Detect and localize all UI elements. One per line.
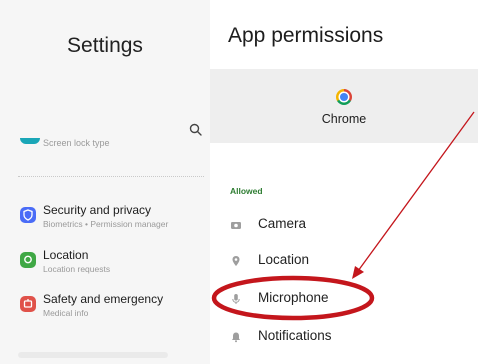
app-name: Chrome <box>321 112 367 126</box>
emergency-icon <box>20 296 36 312</box>
settings-pane: Settings Screen lock type Security and p… <box>0 0 210 364</box>
page-title: App permissions <box>228 24 384 47</box>
divider <box>18 176 204 177</box>
permission-label: Notifications <box>258 328 332 343</box>
settings-title: Settings <box>67 34 143 57</box>
chrome-icon <box>336 89 352 105</box>
settings-item-subtitle: Location requests <box>43 264 111 274</box>
app-header: Chrome <box>210 69 478 143</box>
settings-item-label: Location <box>43 248 89 262</box>
permission-label: Microphone <box>258 290 329 305</box>
settings-item-subtitle: Biometrics • Permission manager <box>43 219 169 229</box>
lock-screen-icon <box>20 138 40 144</box>
bell-icon <box>230 330 242 343</box>
settings-item-subtitle: Medical info <box>43 308 89 318</box>
settings-item-subtitle: Screen lock type <box>43 138 110 148</box>
settings-item-label: Security and privacy <box>43 203 152 217</box>
shield-icon <box>20 207 36 223</box>
camera-icon <box>230 218 242 230</box>
settings-item-label: Safety and emergency <box>43 292 164 306</box>
location-pin-icon <box>230 254 242 266</box>
permission-label: Camera <box>258 216 307 231</box>
permission-label: Location <box>258 252 310 267</box>
location-pin-icon <box>20 252 36 268</box>
partial-item-fade <box>18 352 168 358</box>
section-label-allowed: Allowed <box>230 186 263 196</box>
search-icon[interactable] <box>188 122 204 138</box>
microphone-icon <box>230 292 242 304</box>
app-permissions-pane: App permissions Chrome Allowed Camera Lo… <box>210 0 478 364</box>
